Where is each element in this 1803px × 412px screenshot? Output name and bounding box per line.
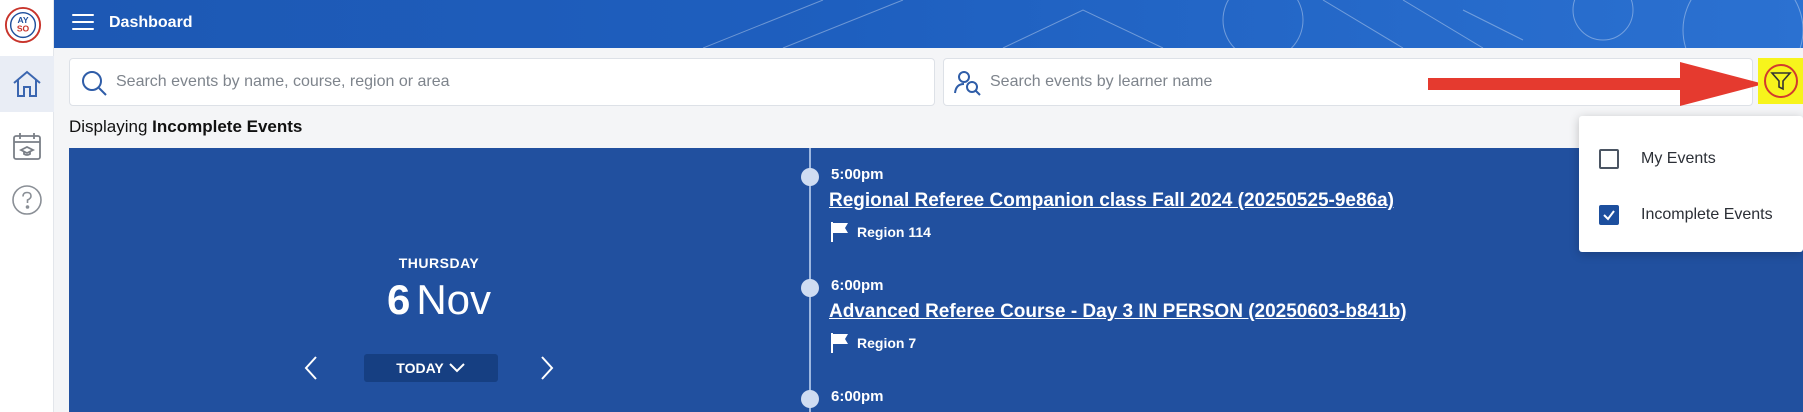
svg-text:SO: SO	[17, 24, 30, 34]
rail-item-home[interactable]	[0, 56, 54, 112]
header-pattern	[703, 0, 1803, 48]
event-region-label: Region 114	[857, 224, 931, 240]
flag-icon	[831, 222, 848, 242]
my-events-checkbox[interactable]	[1599, 149, 1619, 169]
home-icon	[13, 70, 41, 97]
rail-item-help[interactable]	[0, 172, 54, 228]
filter-dropdown: My Events Incomplete Events	[1579, 116, 1803, 252]
chevron-right-icon[interactable]	[537, 354, 557, 382]
event-search-box	[69, 58, 935, 106]
calendar-course-icon	[13, 133, 41, 160]
date-display: 6 Nov	[69, 276, 809, 324]
filter-option-label: My Events	[1641, 150, 1716, 167]
filter-option-my-events[interactable]: My Events	[1579, 139, 1803, 179]
today-label: TODAY	[396, 360, 444, 376]
filter-icon	[1770, 72, 1792, 91]
event-region: Region 114	[831, 222, 931, 242]
left-rail: AY SO	[0, 0, 54, 412]
event-time: 6:00pm	[831, 277, 884, 294]
event-title-link[interactable]: Advanced Referee Course - Day 3 IN PERSO…	[829, 301, 1407, 323]
filter-option-label: Incomplete Events	[1641, 206, 1773, 223]
timeline-dot	[801, 279, 819, 297]
page-title: Dashboard	[109, 14, 193, 31]
event-search-input[interactable]	[116, 59, 920, 105]
weekday-label: THURSDAY	[398, 255, 480, 271]
event-region: Region 7	[831, 333, 916, 353]
timeline-dot	[801, 168, 819, 186]
display-status-prefix: Displaying	[69, 117, 153, 136]
checkmark-icon	[1603, 210, 1615, 221]
display-status-filter: Incomplete Events	[152, 117, 303, 136]
event-time: 6:00pm	[831, 388, 884, 405]
help-icon	[12, 185, 42, 215]
hamburger-icon[interactable]	[72, 14, 94, 32]
day-column: THURSDAY 6 Nov TODAY	[69, 148, 809, 412]
filter-option-incomplete-events[interactable]: Incomplete Events	[1579, 195, 1803, 235]
month-label: Nov	[416, 276, 492, 323]
event-region-label: Region 7	[857, 335, 917, 351]
day-number: 6	[386, 276, 411, 323]
filter-button[interactable]	[1758, 58, 1803, 104]
event-time: 5:00pm	[831, 166, 884, 183]
timeline-dot	[801, 390, 819, 408]
annotation-arrow	[1428, 62, 1764, 106]
rail-item-courses[interactable]	[0, 118, 54, 174]
search-icon	[82, 71, 107, 96]
learner-search-icon	[954, 71, 981, 96]
event-title-link[interactable]: Regional Referee Companion class Fall 20…	[829, 190, 1394, 212]
incomplete-events-checkbox[interactable]	[1599, 205, 1619, 225]
display-status: Displaying Incomplete Events	[69, 117, 302, 137]
flag-icon	[831, 333, 848, 353]
chevron-down-icon	[449, 363, 465, 373]
logo-icon[interactable]: AY SO	[4, 6, 42, 44]
top-header: Dashboard	[54, 0, 1803, 48]
events-panel: THURSDAY 6 Nov TODAY 5:00pm Regional Refe…	[69, 148, 1803, 412]
chevron-left-icon[interactable]	[301, 354, 321, 382]
today-button[interactable]: TODAY	[364, 354, 498, 382]
